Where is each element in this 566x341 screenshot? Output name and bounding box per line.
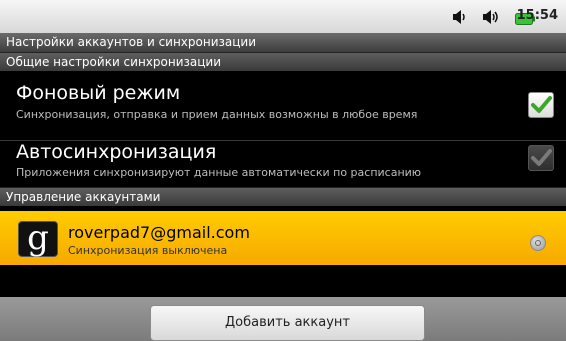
setting-title: Автосинхронизация [16, 141, 217, 163]
account-email: roverpad7@gmail.com [68, 223, 250, 242]
ringer-icon [483, 10, 498, 24]
setting-summary: Синхронизация, отправка и прием данных в… [16, 108, 418, 121]
setting-summary: Приложения синхронизируют данные автомат… [16, 166, 422, 179]
sync-off-icon [530, 235, 546, 251]
auto-sync-checkbox[interactable] [528, 145, 554, 171]
status-bar: 15:54 [0, 0, 566, 33]
setting-background-data[interactable]: Фоновый режим Синхронизация, отправка и … [0, 72, 566, 140]
screen-title: Настройки аккаунтов и синхронизации [0, 33, 566, 52]
google-g-icon: g [18, 218, 58, 258]
checkmark-icon [531, 96, 552, 113]
setting-title: Фоновый режим [16, 82, 181, 104]
volume-icon [453, 10, 465, 24]
checkmark-icon [531, 149, 552, 166]
account-row[interactable]: g roverpad7@gmail.com Синхронизация выкл… [0, 211, 566, 265]
section-header-accounts: Управление аккаунтами [0, 187, 566, 206]
status-clock: 15:54 [516, 8, 558, 23]
add-account-button[interactable]: Добавить аккаунт [150, 305, 425, 341]
section-header-general: Общие настройки синхронизации [0, 52, 566, 71]
background-data-checkbox[interactable] [528, 92, 554, 118]
account-sync-status: Синхронизация выключена [68, 244, 228, 257]
